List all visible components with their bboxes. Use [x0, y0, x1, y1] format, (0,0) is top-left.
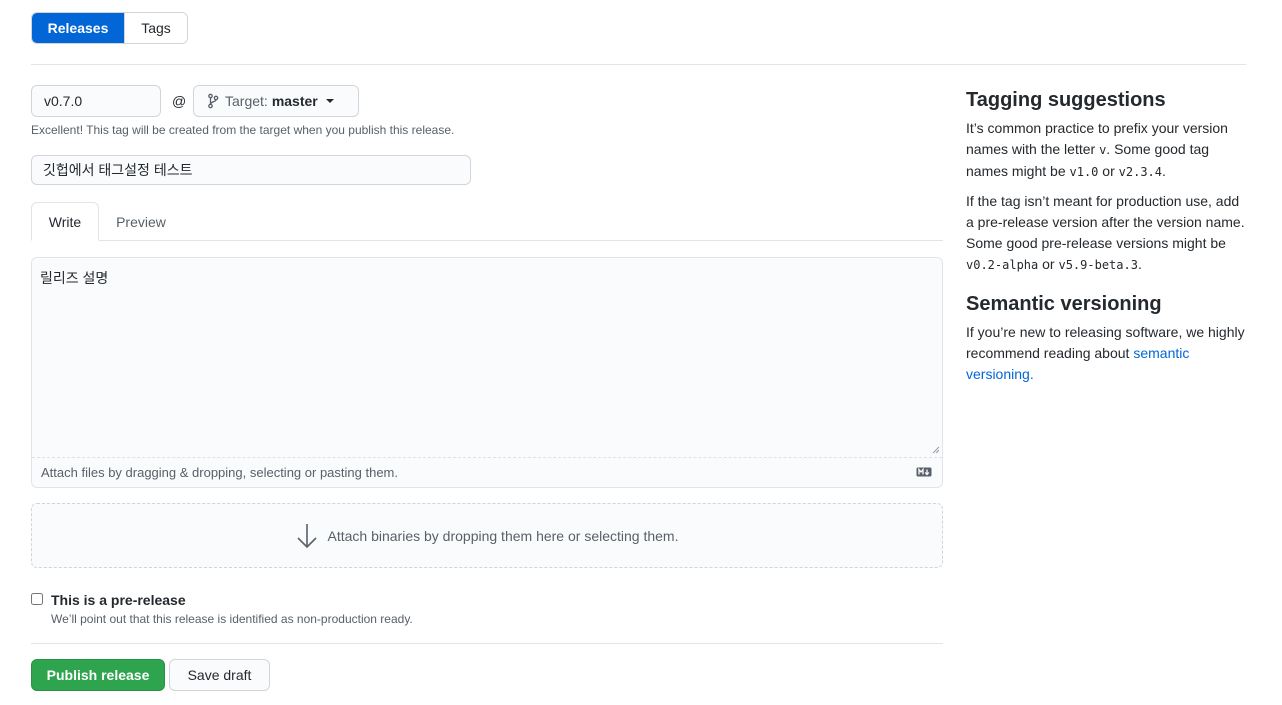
- release-description-editor: 릴리즈 설명 Attach files by dragging & droppi…: [31, 257, 943, 488]
- tab-write[interactable]: Write: [31, 202, 99, 241]
- arrow-down-icon: [296, 523, 317, 548]
- sidebar-help: Tagging suggestions It’s common practice…: [966, 88, 1248, 393]
- releases-tab[interactable]: Releases: [32, 13, 124, 43]
- at-sign: @: [172, 93, 187, 109]
- release-description-textarea[interactable]: 릴리즈 설명: [32, 258, 942, 457]
- save-draft-button[interactable]: Save draft: [169, 659, 270, 691]
- prerelease-note: We’ll point out that this release is ide…: [51, 612, 413, 626]
- releases-tags-switch: Releases Tags: [31, 12, 188, 44]
- semver-paragraph: If you’re new to releasing software, we …: [966, 324, 1245, 382]
- prerelease-checkbox[interactable]: [31, 593, 43, 605]
- prerelease-label[interactable]: This is a pre-release: [51, 592, 186, 608]
- tag-hint: Excellent! This tag will be created from…: [31, 123, 455, 137]
- tags-tab[interactable]: Tags: [124, 13, 187, 43]
- tagging-paragraph-2: If the tag isn’t meant for production us…: [966, 193, 1245, 272]
- attach-files-bar[interactable]: Attach files by dragging & dropping, sel…: [32, 457, 942, 487]
- tag-version-input[interactable]: [31, 85, 161, 117]
- binaries-dropzone[interactable]: Attach binaries by dropping them here or…: [31, 503, 943, 568]
- resize-handle-icon[interactable]: [932, 446, 940, 454]
- target-label: Target:: [225, 93, 268, 109]
- target-branch-dropdown[interactable]: Target: master: [193, 85, 359, 117]
- tagging-suggestions-title: Tagging suggestions: [966, 89, 1166, 111]
- markdown-icon[interactable]: [916, 467, 932, 477]
- actions-divider: [31, 643, 943, 644]
- tagging-paragraph-1: It’s common practice to prefix your vers…: [966, 120, 1228, 179]
- binaries-dropzone-text: Attach binaries by dropping them here or…: [327, 527, 679, 544]
- tab-preview[interactable]: Preview: [99, 202, 183, 241]
- attach-files-text: Attach files by dragging & dropping, sel…: [41, 465, 398, 480]
- release-title-input[interactable]: [31, 155, 471, 185]
- semantic-versioning-title: Semantic versioning: [966, 293, 1162, 315]
- caret-down-icon: [325, 99, 334, 103]
- target-value: master: [271, 93, 318, 109]
- top-divider: [31, 64, 1246, 65]
- git-branch-icon: [208, 93, 219, 109]
- publish-release-button[interactable]: Publish release: [31, 659, 165, 691]
